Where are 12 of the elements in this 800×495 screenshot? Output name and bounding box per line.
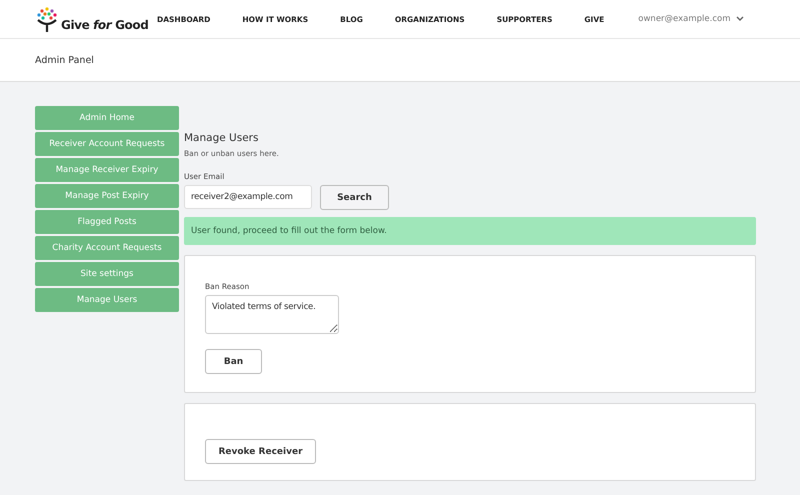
tree-logo-icon xyxy=(36,6,58,32)
account-menu[interactable]: owner@example.com xyxy=(638,14,744,24)
revoke-receiver-button[interactable]: Revoke Receiver xyxy=(205,439,316,464)
ban-button[interactable]: Ban xyxy=(205,349,262,374)
ban-reason-field[interactable]: Violated terms of service. xyxy=(205,295,339,334)
success-alert: User found, proceed to fill out the form below. xyxy=(184,217,756,245)
brand-name[interactable]: Give for Good xyxy=(61,18,148,32)
email-field[interactable]: receiver2@example.com xyxy=(184,185,312,209)
section-title: Manage Users xyxy=(184,132,260,144)
search-button[interactable]: Search xyxy=(320,185,389,210)
chevron-down-icon xyxy=(736,16,744,22)
page-title: Admin Panel xyxy=(35,54,94,66)
